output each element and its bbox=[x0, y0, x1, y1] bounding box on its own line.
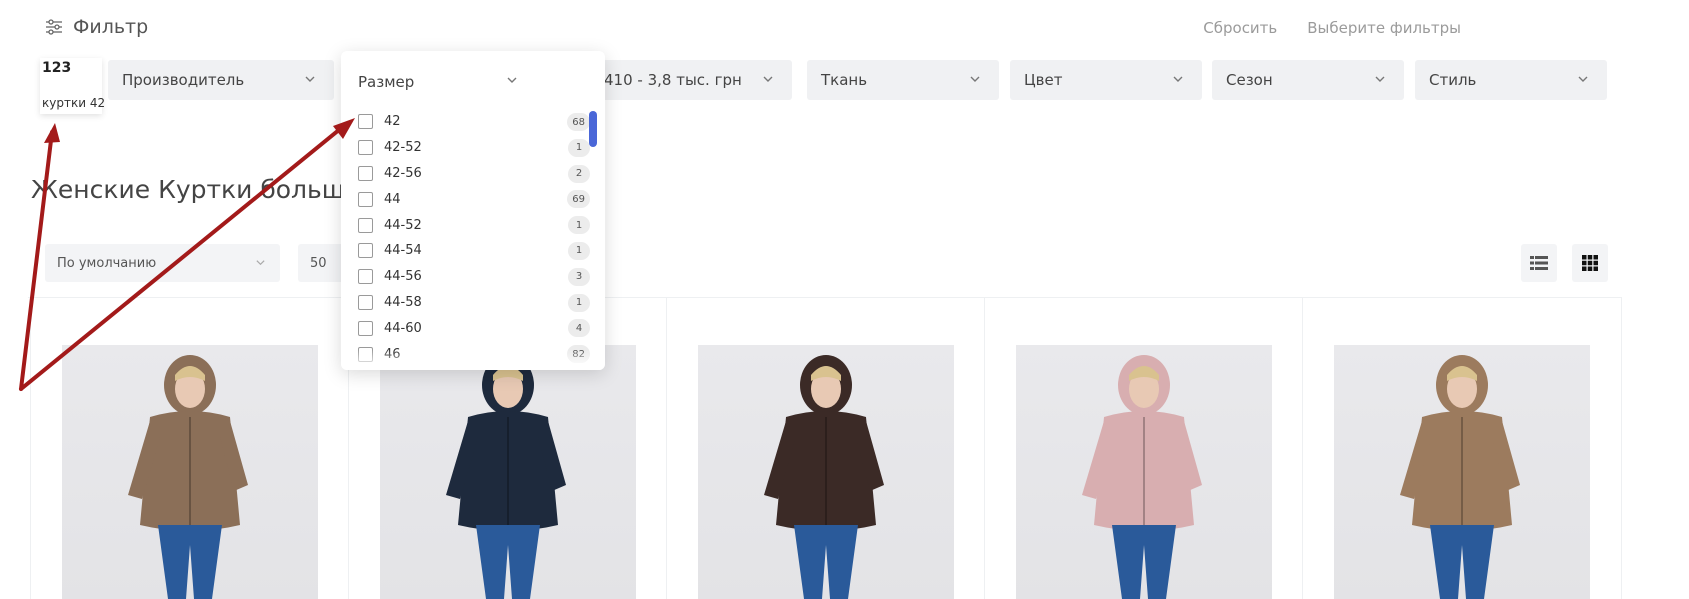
panel-fade bbox=[341, 350, 605, 370]
filter-color[interactable]: Цвет bbox=[1010, 60, 1202, 100]
size-option[interactable]: 44-54 1 bbox=[358, 238, 590, 264]
filter-manufacturer[interactable]: Производитель bbox=[108, 60, 334, 100]
sliders-icon bbox=[46, 19, 62, 35]
tooltip-box: 123 куртки 42 bbox=[40, 58, 106, 114]
size-option-count: 1 bbox=[568, 293, 590, 312]
chevron-down-icon bbox=[1578, 76, 1588, 82]
size-option[interactable]: 44-60 4 bbox=[358, 315, 590, 341]
size-option-label: 44-54 bbox=[384, 243, 422, 259]
size-dropdown-title[interactable]: Размер bbox=[358, 73, 414, 91]
size-option-count: 1 bbox=[568, 241, 590, 260]
filter-style-label: Стиль bbox=[1429, 71, 1477, 89]
filter-manufacturer-label: Производитель bbox=[122, 71, 245, 89]
header-actions: Сбросить Выберите фильтры bbox=[1203, 19, 1461, 37]
jeans-shape bbox=[476, 525, 540, 599]
filter-header[interactable]: Фильтр bbox=[45, 16, 148, 38]
size-options-list: 42 68 42-52 1 42-56 2 44 69 44-52 1 44-54 1 44… bbox=[358, 109, 590, 367]
filter-title: Фильтр bbox=[73, 16, 149, 38]
scrollbar-thumb[interactable] bbox=[589, 111, 597, 147]
checkbox[interactable] bbox=[358, 140, 373, 156]
filter-color-label: Цвет bbox=[1024, 71, 1063, 89]
size-option-label: 42-56 bbox=[384, 165, 422, 181]
jeans-shape bbox=[1430, 525, 1494, 599]
chevron-down-icon bbox=[305, 76, 315, 82]
size-option-label: 44-60 bbox=[384, 320, 422, 336]
size-option-count: 4 bbox=[568, 319, 590, 338]
list-view-icon bbox=[1530, 256, 1548, 270]
size-option[interactable]: 44-52 1 bbox=[358, 212, 590, 238]
filter-price[interactable]: 410 - 3,8 тыс. грн bbox=[580, 60, 792, 100]
size-option-label: 42 bbox=[384, 114, 401, 130]
chevron-down-icon bbox=[970, 76, 980, 82]
checkbox[interactable] bbox=[358, 320, 373, 336]
size-dropdown-panel[interactable]: Размер 42 68 42-52 1 42-56 2 44 69 44-52 1 44… bbox=[341, 51, 605, 370]
per-page-value: 50 bbox=[310, 255, 327, 271]
filter-fabric-label: Ткань bbox=[821, 71, 868, 89]
checkbox[interactable] bbox=[358, 165, 373, 181]
checkbox[interactable] bbox=[358, 217, 373, 233]
checkbox[interactable] bbox=[358, 269, 373, 285]
arrow-head bbox=[44, 123, 60, 143]
filter-season-label: Сезон bbox=[1226, 71, 1273, 89]
chevron-down-icon bbox=[256, 260, 265, 266]
checkbox[interactable] bbox=[358, 243, 373, 259]
product-image[interactable] bbox=[698, 345, 954, 599]
list-view-button[interactable] bbox=[1521, 244, 1557, 282]
checkbox[interactable] bbox=[358, 114, 373, 130]
grid-view-button[interactable] bbox=[1572, 244, 1608, 282]
size-option-count: 69 bbox=[567, 190, 590, 209]
chevron-down-icon bbox=[1173, 76, 1183, 82]
chevron-down-icon bbox=[763, 76, 773, 82]
tooltip-text: куртки 42 bbox=[42, 96, 106, 110]
size-option-count: 3 bbox=[568, 267, 590, 286]
product-image[interactable] bbox=[1016, 345, 1272, 599]
size-option[interactable]: 42-52 1 bbox=[358, 135, 590, 161]
size-option-count: 1 bbox=[568, 138, 590, 157]
jeans-shape bbox=[1112, 525, 1176, 599]
filter-price-label: 410 - 3,8 тыс. грн bbox=[604, 71, 742, 89]
size-option-label: 44 bbox=[384, 191, 401, 207]
page-title: Женские Куртки больших bbox=[31, 175, 376, 204]
product-image[interactable] bbox=[1334, 345, 1590, 599]
size-option[interactable]: 44-56 3 bbox=[358, 264, 590, 290]
chevron-down-icon bbox=[1375, 76, 1385, 82]
sort-select[interactable]: По умолчанию bbox=[45, 244, 280, 282]
size-option-label: 44-58 bbox=[384, 294, 422, 310]
size-option[interactable]: 42 68 bbox=[358, 109, 590, 135]
size-option[interactable]: 44-58 1 bbox=[358, 290, 590, 316]
chevron-down-icon[interactable] bbox=[506, 74, 518, 86]
jeans-shape bbox=[158, 525, 222, 599]
choose-filters-button[interactable]: Выберите фильтры bbox=[1307, 19, 1461, 37]
size-option-count: 1 bbox=[568, 216, 590, 235]
checkbox[interactable] bbox=[358, 191, 373, 207]
product-image[interactable] bbox=[380, 345, 636, 599]
size-option[interactable]: 42-56 2 bbox=[358, 161, 590, 187]
tooltip-number: 123 bbox=[42, 60, 72, 76]
filter-fabric[interactable]: Ткань bbox=[807, 60, 999, 100]
product-image[interactable] bbox=[62, 345, 318, 599]
size-option-count: 2 bbox=[568, 164, 590, 183]
size-option[interactable]: 44 69 bbox=[358, 186, 590, 212]
filter-season[interactable]: Сезон bbox=[1212, 60, 1404, 100]
grid-view-icon bbox=[1582, 255, 1598, 271]
size-option-count: 68 bbox=[567, 113, 590, 131]
size-option-label: 44-52 bbox=[384, 217, 422, 233]
size-option-label: 42-52 bbox=[384, 140, 422, 156]
sort-select-value: По умолчанию bbox=[57, 255, 157, 271]
jeans-shape bbox=[794, 525, 858, 599]
reset-button[interactable]: Сбросить bbox=[1203, 19, 1277, 37]
size-option-label: 44-56 bbox=[384, 269, 422, 285]
filter-style[interactable]: Стиль bbox=[1415, 60, 1607, 100]
checkbox[interactable] bbox=[358, 294, 373, 310]
